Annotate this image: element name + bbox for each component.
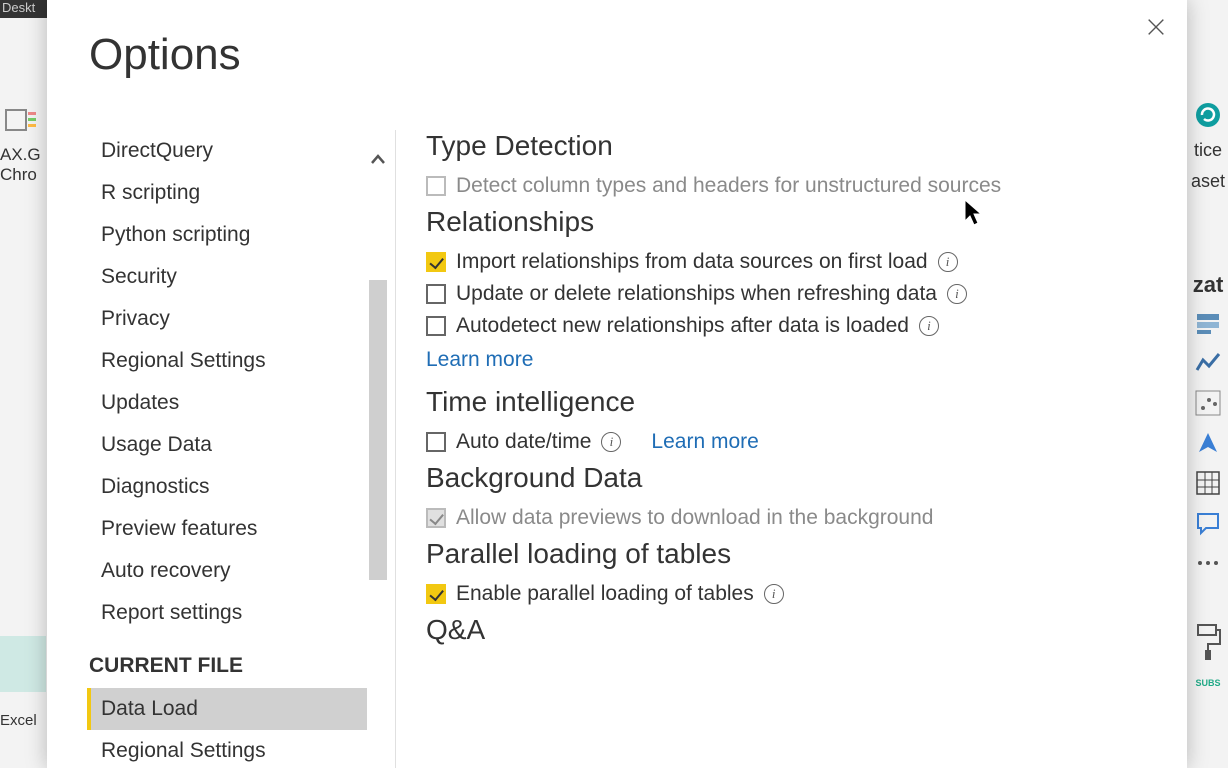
info-icon[interactable]: i [764,584,784,604]
app-titlebar-fragment: Deskt [0,0,50,18]
opt-import-relationships: Import relationships from data sources o… [426,250,1157,274]
bg-text-1: AX.G [0,145,46,165]
bg-excel-label: Excel [0,712,37,729]
nav-python-scripting[interactable]: Python scripting [87,214,367,256]
heading-time-intelligence: Time intelligence [426,386,1157,418]
link-learn-more-time[interactable]: Learn more [651,430,758,454]
opt-auto-datetime: Auto date/time i Learn more [426,430,1157,454]
label-import-relationships: Import relationships from data sources o… [456,250,928,274]
nav-data-load[interactable]: Data Load [87,688,367,730]
nav-diagnostics[interactable]: Diagnostics [87,466,367,508]
nav-directquery[interactable]: DirectQuery [87,130,367,172]
sidebar-list: DirectQuery R scripting Python scripting… [87,130,367,768]
checkbox-auto-datetime[interactable] [426,432,446,452]
nav-security[interactable]: Security [87,256,367,298]
checkbox-detect-column-types [426,176,446,196]
checkbox-background-previews [426,508,446,528]
bg-excel-chip [0,636,46,692]
close-button[interactable] [1145,16,1167,43]
nav-privacy[interactable]: Privacy [87,298,367,340]
label-parallel-loading: Enable parallel loading of tables [456,582,754,606]
label-update-relationships: Update or delete relationships when refr… [456,282,937,306]
nav-report-settings[interactable]: Report settings [87,592,367,634]
bg-text-2: Chro [0,165,46,185]
nav-regional-settings[interactable]: Regional Settings [87,340,367,382]
link-learn-more-relationships[interactable]: Learn more [426,348,533,371]
heading-relationships: Relationships [426,206,1157,238]
dialog-body: DirectQuery R scripting Python scripting… [87,130,1187,768]
refresh-icon [1193,100,1223,130]
heading-qa: Q&A [426,614,1157,646]
checkbox-import-relationships[interactable] [426,252,446,272]
nav-updates[interactable]: Updates [87,382,367,424]
sidebar: DirectQuery R scripting Python scripting… [87,130,395,768]
arrow-icon [1193,428,1223,458]
subscribe-icon: SUBS [1193,668,1223,698]
nav-usage-data[interactable]: Usage Data [87,424,367,466]
info-icon[interactable]: i [947,284,967,304]
bg-right-panel: tice aset zat SUBS [1188,100,1228,750]
opt-parallel-loading: Enable parallel loading of tables i [426,582,1157,606]
comment-icon [1193,508,1223,538]
nav-preview-features[interactable]: Preview features [87,508,367,550]
heading-parallel-loading: Parallel loading of tables [426,538,1157,570]
label-autodetect-relationships: Autodetect new relationships after data … [456,314,909,338]
nav-auto-recovery[interactable]: Auto recovery [87,550,367,592]
heading-type-detection: Type Detection [426,130,1157,162]
info-icon[interactable]: i [938,252,958,272]
checkbox-autodetect-relationships[interactable] [426,316,446,336]
dialog-title: Options [89,30,241,80]
checkbox-parallel-loading[interactable] [426,584,446,604]
scatter-icon [1193,388,1223,418]
opt-background-previews: Allow data previews to download in the b… [426,506,1157,530]
stacked-bar-icon [1193,308,1223,338]
bg-right-text-1: tice [1194,140,1222,161]
info-icon[interactable]: i [919,316,939,336]
bg-view-icon [4,106,42,139]
nav-regional-settings-current[interactable]: Regional Settings [87,730,367,768]
scroll-up-icon[interactable] [369,150,387,168]
bg-right-text-2: aset [1191,171,1225,192]
paint-roller-icon [1193,628,1223,658]
label-detect-column-types: Detect column types and headers for unst… [456,174,1001,198]
label-background-previews: Allow data previews to download in the b… [456,506,933,530]
opt-detect-column-types: Detect column types and headers for unst… [426,174,1157,198]
opt-autodetect-relationships: Autodetect new relationships after data … [426,314,1157,338]
label-auto-datetime: Auto date/time [456,430,591,454]
line-chart-icon [1193,348,1223,378]
sidebar-scrollbar[interactable] [369,130,387,768]
checkbox-update-relationships[interactable] [426,284,446,304]
options-dialog: Options DirectQuery R scripting Python s… [47,0,1187,768]
bg-right-text-3: zat [1193,272,1224,298]
content-panel: Type Detection Detect column types and h… [426,130,1187,768]
scroll-thumb[interactable] [369,280,387,580]
nav-r-scripting[interactable]: R scripting [87,172,367,214]
more-icon [1193,548,1223,578]
opt-update-relationships: Update or delete relationships when refr… [426,282,1157,306]
info-icon[interactable]: i [601,432,621,452]
vertical-divider [395,130,396,768]
nav-section-current-file: CURRENT FILE [87,634,367,688]
table-icon [1193,468,1223,498]
heading-background-data: Background Data [426,462,1157,494]
